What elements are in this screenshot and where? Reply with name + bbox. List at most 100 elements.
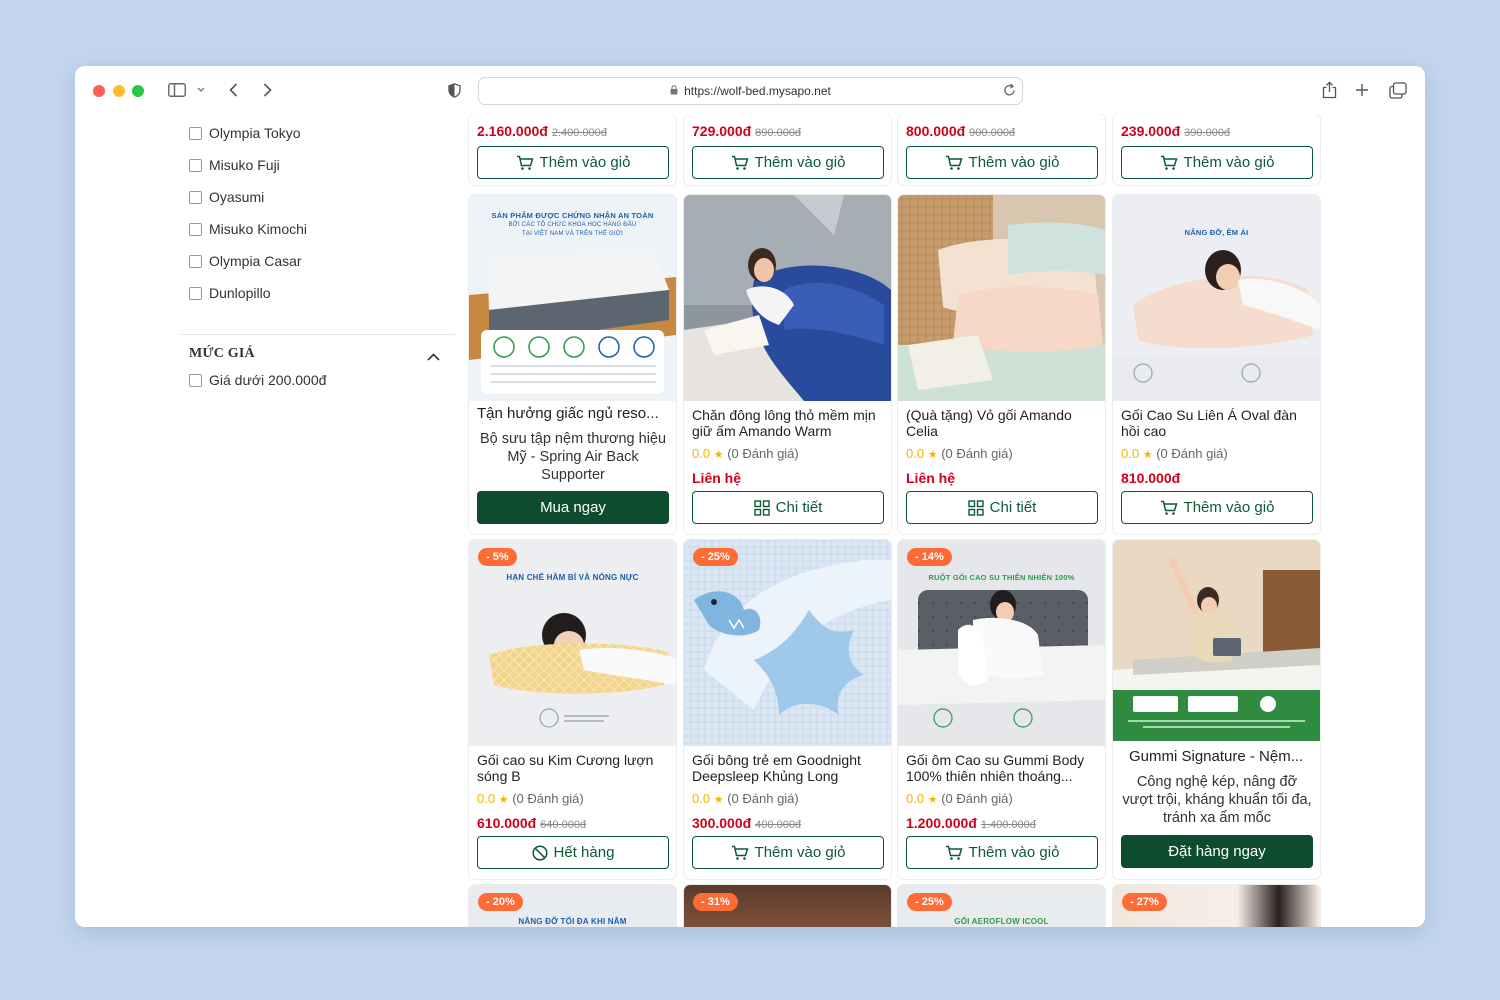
add-to-cart-button[interactable]: Thêm vào giỏ [906, 146, 1098, 179]
promo-card-gummi-signature: Gummi Signature - Nệm... Công nghệ kép, … [1113, 540, 1320, 879]
price-filter-under-200k[interactable]: Giá dưới 200.000đ [189, 370, 326, 390]
brand-filter-olympia-casar[interactable]: Olympia Casar [189, 251, 302, 271]
image-caption: SẢN PHẨM ĐƯỢC CHỨNG NHẬN AN TOÀN [491, 211, 654, 220]
promo-title[interactable]: Gummi Signature - Nệm... [1129, 748, 1309, 766]
forward-arrow-icon[interactable] [260, 78, 274, 102]
brand-filter-misuko-fuji[interactable]: Misuko Fuji [189, 155, 280, 175]
product-card: 729.000đ 890.000đ Thêm vào giỏ [684, 114, 891, 185]
zoom-window-button[interactable] [132, 85, 144, 97]
old-price: 1.400.000đ [980, 819, 1036, 831]
product-name[interactable]: Gối cao su Kim Cương lượn sóng B [477, 752, 669, 784]
chevron-down-icon[interactable] [196, 78, 206, 102]
brand-filter-oyasumi[interactable]: Oyasumi [189, 187, 264, 207]
product-image[interactable]: - 14% RUỘT GỐI CAO SU THIÊN NHIÊN 100% [898, 540, 1105, 746]
product-name[interactable]: (Quà tặng) Vỏ gối Amando Celia [906, 407, 1098, 439]
checkbox[interactable] [189, 222, 202, 236]
image-caption: RUỘT GỐI CAO SU THIÊN NHIÊN 100% [928, 573, 1075, 582]
product-price: 1.200.000đ 1.400.000đ [906, 815, 1036, 831]
product-price: 2.160.000đ 2.400.000đ [477, 123, 607, 139]
add-to-cart-button[interactable]: Thêm vào giỏ [477, 146, 669, 179]
product-image[interactable] [898, 195, 1105, 401]
product-rating: 0.0 ★ (0 Đánh giá) [906, 791, 1013, 806]
detail-button[interactable]: Chi tiết [692, 491, 884, 524]
cart-icon [731, 155, 749, 171]
checkbox[interactable] [189, 373, 202, 387]
product-image[interactable]: SẢN PHẨM ĐƯỢC CHỨNG NHẬN AN TOÀN BỞI CÁC… [469, 195, 676, 401]
star-icon: ★ [927, 794, 938, 806]
sidebar-toggle-icon[interactable] [167, 78, 187, 102]
product-name[interactable]: Gối ôm Cao su Gummi Body 100% thiên nhiê… [906, 752, 1098, 784]
old-price: 640.000đ [540, 819, 587, 831]
old-price: 890.000đ [755, 127, 802, 139]
product-card: - 31% [684, 885, 891, 927]
image-caption: NÂNG ĐỠ TỐI ĐA KHI NẰM [518, 917, 627, 926]
product-image[interactable]: - 5% HẠN CHẾ HẦM BÍ VÀ NÓNG NỰC [469, 540, 676, 746]
price-option-label: Giá dưới 200.000đ [209, 372, 327, 388]
add-to-cart-button[interactable]: Thêm vào giỏ [692, 146, 884, 179]
product-name[interactable]: Chăn đông lông thỏ mềm mịn giữ ấm Amando… [692, 407, 884, 439]
promo-title[interactable]: Tận hưởng giấc ngủ reso... [477, 405, 669, 423]
discount-badge: - 27% [1122, 893, 1167, 911]
detail-button[interactable]: Chi tiết [906, 491, 1098, 524]
brand-filter-misuko-kimochi[interactable]: Misuko Kimochi [189, 219, 307, 239]
product-card: - 14% RUỘT GỐI CAO SU THIÊN NHIÊN 100% G… [898, 540, 1105, 879]
back-arrow-icon[interactable] [226, 78, 240, 102]
product-image[interactable]: - 27% [1113, 885, 1320, 927]
new-tab-icon[interactable] [1353, 78, 1371, 102]
product-rating: 0.0 ★ (0 Đánh giá) [1121, 446, 1228, 461]
product-image[interactable] [684, 195, 891, 401]
checkbox[interactable] [189, 158, 202, 172]
lock-icon [670, 84, 678, 98]
product-rating: 0.0 ★ (0 Đánh giá) [692, 446, 799, 461]
star-icon: ★ [713, 449, 724, 461]
product-image[interactable]: - 25% [684, 540, 891, 746]
product-card: - 25% GỐI AEROFLOW ICOOL [898, 885, 1105, 927]
product-image[interactable] [1113, 540, 1320, 741]
reload-icon[interactable] [1003, 83, 1016, 100]
product-card: Chăn đông lông thỏ mềm mịn giữ ấm Amando… [684, 195, 891, 534]
checkbox[interactable] [189, 286, 202, 300]
product-card: 800.000đ 900.000đ Thêm vào giỏ [898, 114, 1105, 185]
address-bar[interactable]: https://wolf-bed.mysapo.net [478, 77, 1023, 105]
image-caption: BỞI CÁC TỔ CHỨC KHOA HỌC HÀNG ĐẦU [508, 222, 637, 228]
product-name[interactable]: Gối Cao Su Liên Á Oval đàn hồi cao [1121, 407, 1313, 439]
brand-label: Dunlopillo [209, 285, 271, 301]
out-of-stock-button[interactable]: Hết hàng [477, 836, 669, 869]
checkbox[interactable] [189, 254, 202, 268]
close-window-button[interactable] [93, 85, 105, 97]
product-image[interactable]: NÂNG ĐỠ, ÊM ÁI [1113, 195, 1320, 401]
price-filter-title[interactable]: MỨC GIÁ [189, 346, 255, 362]
browser-toolbar: https://wolf-bed.mysapo.net [75, 66, 1425, 114]
checkbox[interactable] [189, 126, 202, 140]
add-to-cart-button[interactable]: Thêm vào giỏ [692, 836, 884, 869]
share-icon[interactable] [1320, 78, 1338, 102]
product-image[interactable]: - 20% NÂNG ĐỠ TỐI ĐA KHI NẰM [469, 885, 676, 927]
discount-badge: - 5% [478, 548, 517, 566]
add-to-cart-button[interactable]: Thêm vào giỏ [1121, 491, 1313, 524]
brand-label: Misuko Kimochi [209, 221, 308, 237]
product-card: 239.000đ 390.000đ Thêm vào giỏ [1113, 114, 1320, 185]
add-to-cart-button[interactable]: Thêm vào giỏ [906, 836, 1098, 869]
product-image[interactable]: - 31% [684, 885, 891, 927]
product-price: 800.000đ 900.000đ [906, 123, 1016, 139]
product-rating: 0.0 ★ (0 Đánh giá) [906, 446, 1013, 461]
order-now-button[interactable]: Đặt hàng ngay [1121, 835, 1313, 868]
checkbox[interactable] [189, 190, 202, 204]
brand-filter-olympia-tokyo[interactable]: Olympia Tokyo [189, 123, 301, 143]
brand-filter-dunlopillo[interactable]: Dunlopillo [189, 283, 270, 303]
star-icon: ★ [498, 794, 509, 806]
browser-window: https://wolf-bed.mysapo.net Olympia Toky… [75, 66, 1425, 927]
minimize-window-button[interactable] [113, 85, 125, 97]
chevron-up-icon[interactable] [427, 348, 440, 366]
product-image[interactable]: - 25% GỐI AEROFLOW ICOOL [898, 885, 1105, 927]
add-to-cart-button[interactable]: Thêm vào giỏ [1121, 146, 1313, 179]
buy-now-button[interactable]: Mua ngay [477, 491, 669, 524]
product-rating: 0.0 ★ (0 Đánh giá) [477, 791, 584, 806]
old-price: 900.000đ [969, 127, 1016, 139]
shield-icon[interactable] [446, 78, 462, 102]
product-card: - 20% NÂNG ĐỠ TỐI ĐA KHI NẰM [469, 885, 676, 927]
tab-overview-icon[interactable] [1388, 78, 1408, 102]
product-name[interactable]: Gối bông trẻ em Goodnight Deepsleep Khủn… [692, 752, 884, 784]
cart-icon [945, 845, 963, 861]
grid-icon [753, 499, 770, 516]
